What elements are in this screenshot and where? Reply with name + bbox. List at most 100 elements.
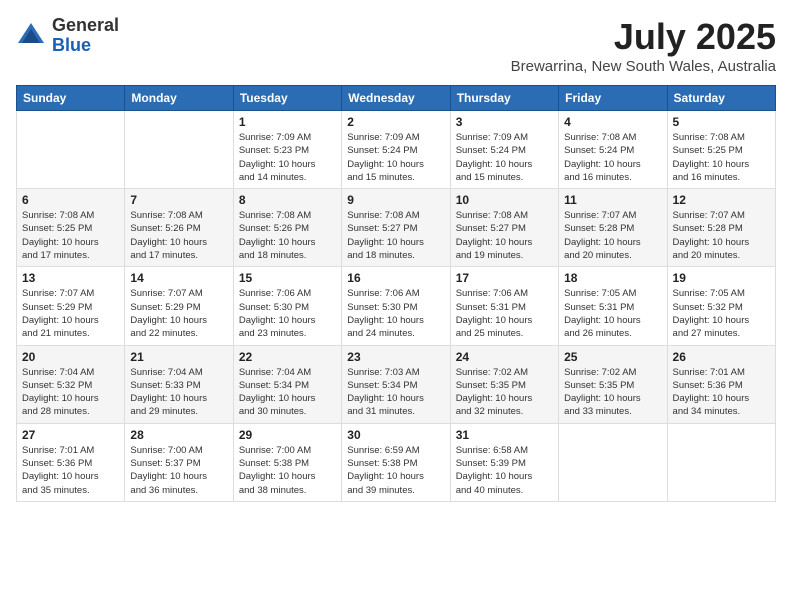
day-number: 26 xyxy=(673,350,770,364)
day-number: 11 xyxy=(564,193,661,207)
calendar-cell: 4Sunrise: 7:08 AM Sunset: 5:24 PM Daylig… xyxy=(559,111,667,189)
day-info: Sunrise: 7:07 AM Sunset: 5:29 PM Dayligh… xyxy=(22,287,119,340)
weekday-header-row: SundayMondayTuesdayWednesdayThursdayFrid… xyxy=(17,86,776,111)
calendar-cell xyxy=(559,423,667,501)
calendar-cell: 16 Sunrise: 7:06 AM Sunset: 5:30 PM Dayli… xyxy=(342,267,450,345)
day-info: Sunrise: 7:04 AM Sunset: 5:32 PM Dayligh… xyxy=(22,366,119,419)
location-subtitle: Brewarrina, New South Wales, Australia xyxy=(511,58,776,75)
weekday-header-saturday: Saturday xyxy=(667,86,775,111)
calendar-cell: 1 Sunrise: 7:09 AM Sunset: 5:23 PM Daylig… xyxy=(233,111,341,189)
logo-blue-text: Blue xyxy=(52,36,119,56)
day-number: 10 xyxy=(456,193,553,207)
day-info: Sunrise: 7:07 AM Sunset: 5:28 PM Dayligh… xyxy=(564,209,661,262)
week-row-1: 1 Sunrise: 7:09 AM Sunset: 5:23 PM Daylig… xyxy=(17,111,776,189)
day-info: Sunrise: 6:59 AM Sunset: 5:38 PM Dayligh… xyxy=(347,444,444,497)
page-header: General Blue July 2025 Brewarrina, New S… xyxy=(16,16,776,75)
day-info: Sunrise: 7:08 AM Sunset: 5:27 PM Dayligh… xyxy=(347,209,444,262)
day-info: Sunrise: 7:04 AM Sunset: 5:34 PM Dayligh… xyxy=(239,366,336,419)
calendar-cell: 13 Sunrise: 7:07 AM Sunset: 5:29 PM Dayli… xyxy=(17,267,125,345)
weekday-header-sunday: Sunday xyxy=(17,86,125,111)
day-number: 30 xyxy=(347,428,444,442)
weekday-header-tuesday: Tuesday xyxy=(233,86,341,111)
weekday-header-friday: Friday xyxy=(559,86,667,111)
logo-general-text: General xyxy=(52,16,119,36)
calendar-cell: 8Sunrise: 7:08 AM Sunset: 5:26 PM Daylig… xyxy=(233,189,341,267)
day-number: 20 xyxy=(22,350,119,364)
day-number: 13 xyxy=(22,271,119,285)
day-number: 9 xyxy=(347,193,444,207)
day-info: Sunrise: 7:04 AM Sunset: 5:33 PM Dayligh… xyxy=(130,366,227,419)
calendar-cell: 10 Sunrise: 7:08 AM Sunset: 5:27 PM Dayli… xyxy=(450,189,558,267)
calendar-cell: 24Sunrise: 7:02 AM Sunset: 5:35 PM Dayli… xyxy=(450,345,558,423)
calendar-cell: 27Sunrise: 7:01 AM Sunset: 5:36 PM Dayli… xyxy=(17,423,125,501)
day-number: 23 xyxy=(347,350,444,364)
logo-icon xyxy=(16,21,46,51)
day-number: 7 xyxy=(130,193,227,207)
day-number: 18 xyxy=(564,271,661,285)
calendar-cell: 31 Sunrise: 6:58 AM Sunset: 5:39 PM Dayli… xyxy=(450,423,558,501)
day-info: Sunrise: 7:08 AM Sunset: 5:26 PM Dayligh… xyxy=(130,209,227,262)
weekday-header-monday: Monday xyxy=(125,86,233,111)
day-info: Sunrise: 7:05 AM Sunset: 5:31 PM Dayligh… xyxy=(564,287,661,340)
calendar-cell: 7 Sunrise: 7:08 AM Sunset: 5:26 PM Daylig… xyxy=(125,189,233,267)
day-info: Sunrise: 7:05 AM Sunset: 5:32 PM Dayligh… xyxy=(673,287,770,340)
calendar-cell: 21 Sunrise: 7:04 AM Sunset: 5:33 PM Dayli… xyxy=(125,345,233,423)
calendar-cell: 3Sunrise: 7:09 AM Sunset: 5:24 PM Daylig… xyxy=(450,111,558,189)
day-info: Sunrise: 7:09 AM Sunset: 5:24 PM Dayligh… xyxy=(347,131,444,184)
month-year-title: July 2025 xyxy=(511,16,776,58)
calendar-cell: 5Sunrise: 7:08 AM Sunset: 5:25 PM Daylig… xyxy=(667,111,775,189)
calendar-table: SundayMondayTuesdayWednesdayThursdayFrid… xyxy=(16,85,776,502)
calendar-cell: 2 Sunrise: 7:09 AM Sunset: 5:24 PM Daylig… xyxy=(342,111,450,189)
calendar-cell: 9 Sunrise: 7:08 AM Sunset: 5:27 PM Daylig… xyxy=(342,189,450,267)
day-info: Sunrise: 7:09 AM Sunset: 5:24 PM Dayligh… xyxy=(456,131,553,184)
calendar-cell: 19 Sunrise: 7:05 AM Sunset: 5:32 PM Dayli… xyxy=(667,267,775,345)
day-number: 16 xyxy=(347,271,444,285)
day-number: 1 xyxy=(239,115,336,129)
title-block: July 2025 Brewarrina, New South Wales, A… xyxy=(511,16,776,75)
calendar-cell: 20 Sunrise: 7:04 AM Sunset: 5:32 PM Dayli… xyxy=(17,345,125,423)
calendar-cell: 29 Sunrise: 7:00 AM Sunset: 5:38 PM Dayli… xyxy=(233,423,341,501)
day-info: Sunrise: 7:08 AM Sunset: 5:25 PM Dayligh… xyxy=(22,209,119,262)
day-number: 19 xyxy=(673,271,770,285)
day-number: 22 xyxy=(239,350,336,364)
calendar-cell: 26 Sunrise: 7:01 AM Sunset: 5:36 PM Dayli… xyxy=(667,345,775,423)
day-number: 6 xyxy=(22,193,119,207)
calendar-cell: 30 Sunrise: 6:59 AM Sunset: 5:38 PM Dayli… xyxy=(342,423,450,501)
day-info: Sunrise: 7:01 AM Sunset: 5:36 PM Dayligh… xyxy=(673,366,770,419)
day-number: 21 xyxy=(130,350,227,364)
day-info: Sunrise: 7:02 AM Sunset: 5:35 PM Dayligh… xyxy=(456,366,553,419)
day-info: Sunrise: 7:09 AM Sunset: 5:23 PM Dayligh… xyxy=(239,131,336,184)
day-info: Sunrise: 7:08 AM Sunset: 5:27 PM Dayligh… xyxy=(456,209,553,262)
weekday-header-thursday: Thursday xyxy=(450,86,558,111)
calendar-cell: 11 Sunrise: 7:07 AM Sunset: 5:28 PM Dayli… xyxy=(559,189,667,267)
calendar-cell: 15Sunrise: 7:06 AM Sunset: 5:30 PM Dayli… xyxy=(233,267,341,345)
day-number: 15 xyxy=(239,271,336,285)
day-info: Sunrise: 7:07 AM Sunset: 5:28 PM Dayligh… xyxy=(673,209,770,262)
calendar-cell xyxy=(667,423,775,501)
calendar-cell: 25 Sunrise: 7:02 AM Sunset: 5:35 PM Dayli… xyxy=(559,345,667,423)
day-info: Sunrise: 7:00 AM Sunset: 5:37 PM Dayligh… xyxy=(130,444,227,497)
day-number: 14 xyxy=(130,271,227,285)
day-info: Sunrise: 7:00 AM Sunset: 5:38 PM Dayligh… xyxy=(239,444,336,497)
week-row-3: 13 Sunrise: 7:07 AM Sunset: 5:29 PM Dayli… xyxy=(17,267,776,345)
day-info: Sunrise: 6:58 AM Sunset: 5:39 PM Dayligh… xyxy=(456,444,553,497)
calendar-cell: 28 Sunrise: 7:00 AM Sunset: 5:37 PM Dayli… xyxy=(125,423,233,501)
day-info: Sunrise: 7:08 AM Sunset: 5:25 PM Dayligh… xyxy=(673,131,770,184)
day-number: 28 xyxy=(130,428,227,442)
day-number: 2 xyxy=(347,115,444,129)
day-info: Sunrise: 7:01 AM Sunset: 5:36 PM Dayligh… xyxy=(22,444,119,497)
day-number: 25 xyxy=(564,350,661,364)
day-number: 4 xyxy=(564,115,661,129)
logo-text: General Blue xyxy=(52,16,119,56)
week-row-2: 6 Sunrise: 7:08 AM Sunset: 5:25 PM Daylig… xyxy=(17,189,776,267)
week-row-5: 27Sunrise: 7:01 AM Sunset: 5:36 PM Dayli… xyxy=(17,423,776,501)
day-info: Sunrise: 7:06 AM Sunset: 5:31 PM Dayligh… xyxy=(456,287,553,340)
day-number: 29 xyxy=(239,428,336,442)
day-info: Sunrise: 7:02 AM Sunset: 5:35 PM Dayligh… xyxy=(564,366,661,419)
day-number: 31 xyxy=(456,428,553,442)
week-row-4: 20 Sunrise: 7:04 AM Sunset: 5:32 PM Dayli… xyxy=(17,345,776,423)
calendar-cell xyxy=(125,111,233,189)
day-number: 17 xyxy=(456,271,553,285)
day-number: 8 xyxy=(239,193,336,207)
day-info: Sunrise: 7:06 AM Sunset: 5:30 PM Dayligh… xyxy=(347,287,444,340)
